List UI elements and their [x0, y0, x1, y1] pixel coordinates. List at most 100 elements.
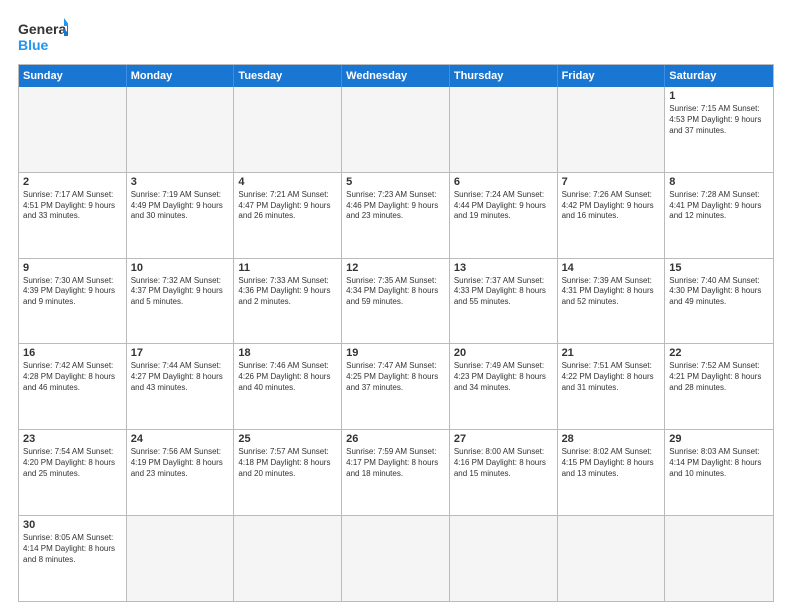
calendar-cell: 4Sunrise: 7:21 AM Sunset: 4:47 PM Daylig…	[234, 173, 342, 258]
calendar-cell: 13 Sunrise: 7:37 AM Sunset: 4:33 PM Dayli…	[450, 259, 558, 344]
day-number: 26	[346, 433, 445, 445]
weekday-header-monday: Monday	[127, 65, 235, 87]
svg-text:General: General	[18, 21, 68, 37]
calendar-cell: 22 Sunrise: 7:52 AM Sunset: 4:21 PM Dayli…	[665, 344, 773, 429]
cell-info: Sunrise: 7:24 AM Sunset: 4:44 PM Dayligh…	[454, 190, 553, 222]
logo-icon: General Blue	[18, 18, 68, 56]
calendar-cell: 19Sunrise: 7:47 AM Sunset: 4:25 PM Dayli…	[342, 344, 450, 429]
calendar-header: SundayMondayTuesdayWednesdayThursdayFrid…	[19, 65, 773, 87]
calendar-cell: 1Sunrise: 7:15 AM Sunset: 4:53 PM Daylig…	[665, 87, 773, 172]
calendar-cell	[450, 516, 558, 601]
cell-info: Sunrise: 7:42 AM Sunset: 4:28 PM Dayligh…	[23, 361, 122, 393]
calendar-cell	[342, 516, 450, 601]
cell-info: Sunrise: 8:00 AM Sunset: 4:16 PM Dayligh…	[454, 447, 553, 479]
calendar-cell: 15Sunrise: 7:40 AM Sunset: 4:30 PM Dayli…	[665, 259, 773, 344]
day-number: 6	[454, 176, 553, 188]
cell-info: Sunrise: 7:15 AM Sunset: 4:53 PM Dayligh…	[669, 104, 769, 136]
day-number: 21	[562, 347, 661, 359]
calendar-cell: 16 Sunrise: 7:42 AM Sunset: 4:28 PM Dayli…	[19, 344, 127, 429]
day-number: 25	[238, 433, 337, 445]
cell-info: Sunrise: 7:35 AM Sunset: 4:34 PM Dayligh…	[346, 276, 445, 308]
cell-info: Sunrise: 7:17 AM Sunset: 4:51 PM Dayligh…	[23, 190, 122, 222]
cell-info: Sunrise: 7:59 AM Sunset: 4:17 PM Dayligh…	[346, 447, 445, 479]
svg-text:Blue: Blue	[18, 37, 49, 53]
calendar-cell	[450, 87, 558, 172]
day-number: 5	[346, 176, 445, 188]
calendar-cell	[342, 87, 450, 172]
cell-info: Sunrise: 7:32 AM Sunset: 4:37 PM Dayligh…	[131, 276, 230, 308]
cell-info: Sunrise: 7:30 AM Sunset: 4:39 PM Dayligh…	[23, 276, 122, 308]
cell-info: Sunrise: 7:52 AM Sunset: 4:21 PM Dayligh…	[669, 361, 769, 393]
calendar-cell: 2Sunrise: 7:17 AM Sunset: 4:51 PM Daylig…	[19, 173, 127, 258]
calendar-row-2: 9 Sunrise: 7:30 AM Sunset: 4:39 PM Daylig…	[19, 258, 773, 344]
calendar-cell: 24 Sunrise: 7:56 AM Sunset: 4:19 PM Dayli…	[127, 430, 235, 515]
calendar-cell: 12 Sunrise: 7:35 AM Sunset: 4:34 PM Dayli…	[342, 259, 450, 344]
day-number: 7	[562, 176, 661, 188]
cell-info: Sunrise: 7:28 AM Sunset: 4:41 PM Dayligh…	[669, 190, 769, 222]
calendar-row-0: 1Sunrise: 7:15 AM Sunset: 4:53 PM Daylig…	[19, 87, 773, 172]
calendar-cell: 9 Sunrise: 7:30 AM Sunset: 4:39 PM Daylig…	[19, 259, 127, 344]
cell-info: Sunrise: 7:44 AM Sunset: 4:27 PM Dayligh…	[131, 361, 230, 393]
cell-info: Sunrise: 7:56 AM Sunset: 4:19 PM Dayligh…	[131, 447, 230, 479]
calendar-cell	[127, 516, 235, 601]
calendar-cell: 26 Sunrise: 7:59 AM Sunset: 4:17 PM Dayli…	[342, 430, 450, 515]
cell-info: Sunrise: 8:02 AM Sunset: 4:15 PM Dayligh…	[562, 447, 661, 479]
day-number: 8	[669, 176, 769, 188]
calendar-cell: 7 Sunrise: 7:26 AM Sunset: 4:42 PM Daylig…	[558, 173, 666, 258]
cell-info: Sunrise: 7:51 AM Sunset: 4:22 PM Dayligh…	[562, 361, 661, 393]
weekday-header-friday: Friday	[558, 65, 666, 87]
calendar-cell	[234, 516, 342, 601]
cell-info: Sunrise: 7:57 AM Sunset: 4:18 PM Dayligh…	[238, 447, 337, 479]
page: General Blue SundayMondayTuesdayWednesda…	[0, 0, 792, 612]
logo: General Blue	[18, 18, 68, 56]
cell-info: Sunrise: 7:26 AM Sunset: 4:42 PM Dayligh…	[562, 190, 661, 222]
calendar-cell: 30 Sunrise: 8:05 AM Sunset: 4:14 PM Dayli…	[19, 516, 127, 601]
calendar-cell: 23 Sunrise: 7:54 AM Sunset: 4:20 PM Dayli…	[19, 430, 127, 515]
calendar-cell	[558, 516, 666, 601]
day-number: 18	[238, 347, 337, 359]
calendar-row-1: 2Sunrise: 7:17 AM Sunset: 4:51 PM Daylig…	[19, 172, 773, 258]
day-number: 30	[23, 519, 122, 531]
day-number: 14	[562, 262, 661, 274]
day-number: 13	[454, 262, 553, 274]
calendar-cell: 10Sunrise: 7:32 AM Sunset: 4:37 PM Dayli…	[127, 259, 235, 344]
day-number: 11	[238, 262, 337, 274]
calendar-cell: 17Sunrise: 7:44 AM Sunset: 4:27 PM Dayli…	[127, 344, 235, 429]
day-number: 12	[346, 262, 445, 274]
cell-info: Sunrise: 7:49 AM Sunset: 4:23 PM Dayligh…	[454, 361, 553, 393]
day-number: 9	[23, 262, 122, 274]
calendar-row-3: 16 Sunrise: 7:42 AM Sunset: 4:28 PM Dayli…	[19, 343, 773, 429]
day-number: 15	[669, 262, 769, 274]
calendar-cell: 14 Sunrise: 7:39 AM Sunset: 4:31 PM Dayli…	[558, 259, 666, 344]
day-number: 16	[23, 347, 122, 359]
day-number: 22	[669, 347, 769, 359]
weekday-header-wednesday: Wednesday	[342, 65, 450, 87]
weekday-header-sunday: Sunday	[19, 65, 127, 87]
cell-info: Sunrise: 7:37 AM Sunset: 4:33 PM Dayligh…	[454, 276, 553, 308]
calendar: SundayMondayTuesdayWednesdayThursdayFrid…	[18, 64, 774, 602]
cell-info: Sunrise: 8:03 AM Sunset: 4:14 PM Dayligh…	[669, 447, 769, 479]
cell-info: Sunrise: 7:54 AM Sunset: 4:20 PM Dayligh…	[23, 447, 122, 479]
day-number: 23	[23, 433, 122, 445]
cell-info: Sunrise: 7:21 AM Sunset: 4:47 PM Dayligh…	[238, 190, 337, 222]
day-number: 20	[454, 347, 553, 359]
cell-info: Sunrise: 7:39 AM Sunset: 4:31 PM Dayligh…	[562, 276, 661, 308]
weekday-header-thursday: Thursday	[450, 65, 558, 87]
day-number: 3	[131, 176, 230, 188]
calendar-cell	[234, 87, 342, 172]
calendar-row-4: 23 Sunrise: 7:54 AM Sunset: 4:20 PM Dayli…	[19, 429, 773, 515]
calendar-cell	[127, 87, 235, 172]
calendar-cell: 3Sunrise: 7:19 AM Sunset: 4:49 PM Daylig…	[127, 173, 235, 258]
calendar-cell: 18 Sunrise: 7:46 AM Sunset: 4:26 PM Dayli…	[234, 344, 342, 429]
calendar-cell: 29Sunrise: 8:03 AM Sunset: 4:14 PM Dayli…	[665, 430, 773, 515]
calendar-cell	[665, 516, 773, 601]
calendar-cell: 28Sunrise: 8:02 AM Sunset: 4:15 PM Dayli…	[558, 430, 666, 515]
calendar-cell: 11Sunrise: 7:33 AM Sunset: 4:36 PM Dayli…	[234, 259, 342, 344]
cell-info: Sunrise: 8:05 AM Sunset: 4:14 PM Dayligh…	[23, 533, 122, 565]
day-number: 24	[131, 433, 230, 445]
calendar-cell: 25 Sunrise: 7:57 AM Sunset: 4:18 PM Dayli…	[234, 430, 342, 515]
calendar-cell: 21 Sunrise: 7:51 AM Sunset: 4:22 PM Dayli…	[558, 344, 666, 429]
calendar-cell: 20 Sunrise: 7:49 AM Sunset: 4:23 PM Dayli…	[450, 344, 558, 429]
calendar-body: 1Sunrise: 7:15 AM Sunset: 4:53 PM Daylig…	[19, 87, 773, 601]
cell-info: Sunrise: 7:46 AM Sunset: 4:26 PM Dayligh…	[238, 361, 337, 393]
